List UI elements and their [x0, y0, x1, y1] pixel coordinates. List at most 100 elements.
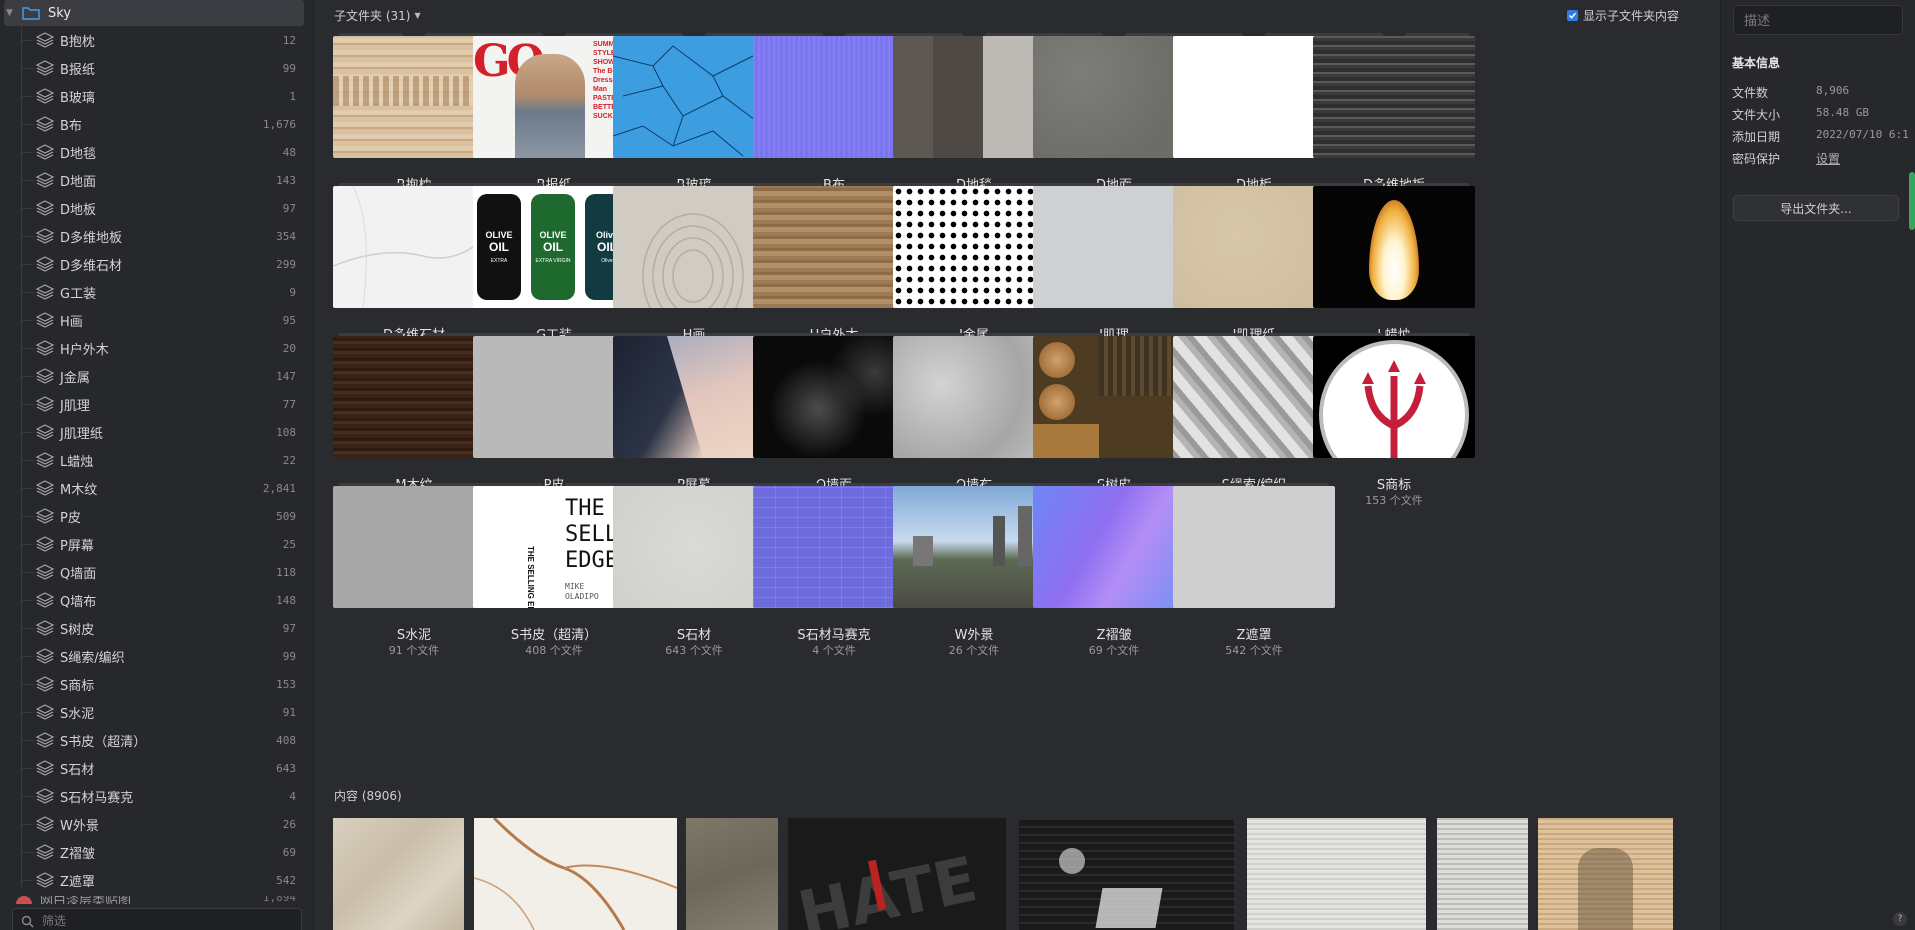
subfolder-thumbnail[interactable]	[893, 336, 1055, 458]
subfolder-thumbnail[interactable]	[1033, 36, 1195, 158]
sidebar-item[interactable]: P皮 509	[0, 502, 314, 530]
subfolder-thumbnail[interactable]	[613, 486, 775, 608]
sidebar-item-label: B玻璃	[60, 90, 95, 106]
sidebar-item-partial[interactable]: 网白漆层类贴图 1,894	[0, 896, 314, 904]
checkbox-checked-icon[interactable]	[1566, 10, 1578, 21]
content-thumb[interactable]	[686, 818, 778, 930]
subfolder-thumbnail[interactable]	[753, 336, 915, 458]
subfolder-tile[interactable]: S商标 153 个文件	[1313, 333, 1475, 516]
sidebar-item[interactable]: S石材马赛克 4	[0, 782, 314, 810]
sidebar-item[interactable]: D地板 97	[0, 194, 314, 222]
subfolder-thumbnail[interactable]	[893, 36, 1055, 158]
help-icon[interactable]: ?	[1893, 912, 1907, 926]
sidebar-root-sky[interactable]: ▼ Sky	[4, 0, 304, 26]
sidebar-item[interactable]: L蜡烛 22	[0, 446, 314, 474]
sidebar-item[interactable]: S树皮 97	[0, 614, 314, 642]
sidebar-item[interactable]: G工装 9	[0, 278, 314, 306]
content-thumb[interactable]	[333, 818, 464, 930]
sidebar-item[interactable]: D多维地板 354	[0, 222, 314, 250]
panel-scrollbar[interactable]	[1909, 172, 1915, 230]
sidebar-item[interactable]: W外景 26	[0, 810, 314, 838]
chevron-down-icon[interactable]: ▼	[6, 8, 18, 18]
sidebar-item[interactable]: B抱枕 12	[0, 26, 314, 54]
subfolder-thumbnail[interactable]	[1313, 186, 1475, 308]
export-folder-button[interactable]: 导出文件夹...	[1733, 195, 1899, 221]
filter-input[interactable]	[42, 914, 282, 928]
sidebar-item[interactable]: H户外木 20	[0, 334, 314, 362]
description-field[interactable]	[1733, 5, 1903, 35]
password-set-link[interactable]: 设置	[1816, 150, 1840, 167]
content-thumb[interactable]	[1019, 818, 1234, 930]
sidebar-item[interactable]: S绳索/编织 99	[0, 642, 314, 670]
subfolder-tile[interactable]: Z遮罩 542 个文件	[1173, 483, 1335, 666]
subfolder-thumbnail[interactable]	[1313, 36, 1475, 158]
subfolder-thumbnail[interactable]	[1173, 486, 1335, 608]
sidebar-item[interactable]: S书皮（超清） 408	[0, 726, 314, 754]
subfolder-thumbnail[interactable]	[1173, 186, 1335, 308]
sidebar-item-label: J肌理纸	[60, 426, 103, 442]
description-input[interactable]	[1734, 6, 1902, 34]
sidebar-item[interactable]: Q墙面 118	[0, 558, 314, 586]
subfolder-thumbnail[interactable]	[753, 36, 915, 158]
sidebar-item[interactable]: H画 95	[0, 306, 314, 334]
subfolder-thumbnail[interactable]	[753, 486, 915, 608]
layers-icon	[36, 144, 54, 160]
subfolder-thumbnail[interactable]	[1313, 336, 1475, 458]
sidebar-item-count: 77	[282, 397, 296, 411]
content-thumb[interactable]	[1247, 818, 1426, 930]
subfolder-thumbnail[interactable]	[1173, 36, 1335, 158]
subfolder-tile[interactable]: S石材 643 个文件	[613, 483, 775, 666]
subfolder-thumbnail[interactable]: GQ SUMMER STYLE SHOW The Best Dressed Man PAST…	[473, 36, 635, 158]
subfolder-thumbnail[interactable]	[613, 186, 775, 308]
sidebar-item[interactable]: P屏幕 25	[0, 530, 314, 558]
subfolder-thumbnail[interactable]	[613, 36, 775, 158]
sidebar-item-label: Q墙布	[60, 594, 97, 610]
subfolder-thumbnail[interactable]	[893, 186, 1055, 308]
sidebar-item[interactable]: J肌理纸 108	[0, 418, 314, 446]
sidebar-item[interactable]: M木纹 2,841	[0, 474, 314, 502]
sidebar-item[interactable]: Q墙布 148	[0, 586, 314, 614]
show-subfolder-toggle[interactable]: 显示子文件夹内容	[1566, 7, 1679, 24]
sidebar-item[interactable]: B玻璃 1	[0, 82, 314, 110]
subfolder-tile[interactable]: S石材马赛克 4 个文件	[753, 483, 915, 666]
subfolder-thumbnail[interactable]	[613, 336, 775, 458]
sidebar-item[interactable]: D地毯 48	[0, 138, 314, 166]
subfolder-thumbnail[interactable]	[333, 36, 495, 158]
sidebar-item[interactable]: S水泥 91	[0, 698, 314, 726]
sidebar-item[interactable]: D地面 143	[0, 166, 314, 194]
subfolder-thumbnail[interactable]	[1033, 186, 1195, 308]
sidebar-item-label: D多维地板	[60, 230, 123, 246]
subfolder-thumbnail[interactable]	[1033, 336, 1195, 458]
sidebar-item[interactable]: Z遮罩 542	[0, 866, 314, 894]
subfolder-thumbnail[interactable]	[1173, 336, 1335, 458]
subfolder-thumbnail[interactable]: OLIVE OIL EXTRA OLIVE OIL EXTRA VIRGIN Olive OI…	[473, 186, 635, 308]
sidebar-item-count: 2,841	[262, 481, 296, 495]
subfolder-thumbnail[interactable]: THE SELLI EDGE THE SELLING EDGE MIKE OLADIPO	[473, 486, 635, 608]
sidebar-item[interactable]: B报纸 99	[0, 54, 314, 82]
subfolder-tile[interactable]: S水泥 91 个文件	[333, 483, 495, 666]
subfolder-tile[interactable]: W外景 26 个文件	[893, 483, 1055, 666]
content-thumb[interactable]	[474, 818, 677, 930]
content-thumb[interactable]: HATE	[788, 818, 1006, 930]
content-thumb[interactable]	[1538, 818, 1673, 930]
subfolder-tile[interactable]: THE SELLI EDGE THE SELLING EDGE MIKE OLADIPO S…	[473, 483, 635, 666]
subfolder-thumbnail[interactable]	[473, 336, 635, 458]
filter-field[interactable]	[12, 908, 302, 930]
subfolder-thumbnail[interactable]	[753, 186, 915, 308]
subfolder-thumbnail[interactable]	[333, 336, 495, 458]
sidebar-item[interactable]: B布 1,676	[0, 110, 314, 138]
subfolder-thumbnail[interactable]	[1033, 486, 1195, 608]
subfolders-dropdown[interactable]: 子文件夹 (31) ▼	[334, 7, 421, 24]
sidebar-item[interactable]: Z褶皱 69	[0, 838, 314, 866]
sidebar-item-label: P屏幕	[60, 538, 94, 554]
subfolder-thumbnail[interactable]	[333, 486, 495, 608]
sidebar-item[interactable]: J金属 147	[0, 362, 314, 390]
sidebar-item[interactable]: J肌理 77	[0, 390, 314, 418]
sidebar-item[interactable]: S商标 153	[0, 670, 314, 698]
sidebar-item[interactable]: D多维石材 299	[0, 250, 314, 278]
subfolder-thumbnail[interactable]	[893, 486, 1055, 608]
content-thumb[interactable]	[1437, 818, 1528, 930]
subfolder-thumbnail[interactable]	[333, 186, 495, 308]
sidebar-item[interactable]: S石材 643	[0, 754, 314, 782]
subfolder-tile[interactable]: Z褶皱 69 个文件	[1033, 483, 1195, 666]
